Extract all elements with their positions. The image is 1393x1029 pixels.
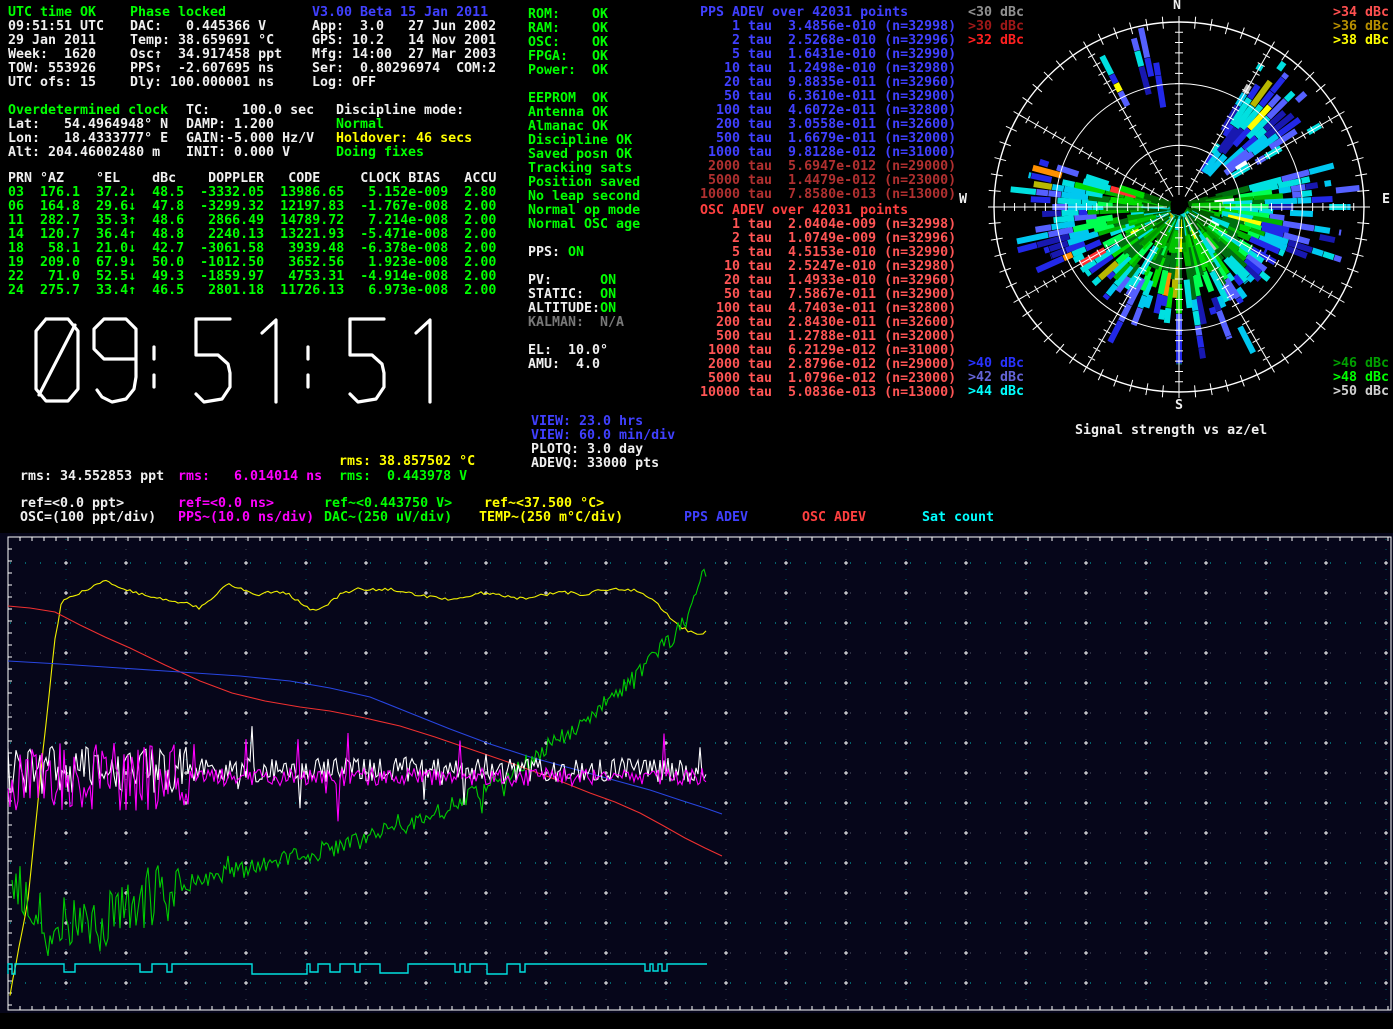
rms-dac: rms: 0.443978 V — [339, 470, 467, 484]
pps-scale-label: PPS~(10.0 ns/div) — [178, 511, 314, 525]
osc-adev-legend: OSC ADEV — [802, 511, 866, 525]
mode-list: PV: ONSTATIC: ONALTITUDE:ON — [528, 274, 616, 316]
utc-time-panel: 09:51:51 UTC29 Jan 2011Week: 1620TOW: 55… — [8, 20, 104, 90]
pps-ref-label: ref=<0.0 ns> — [178, 497, 274, 511]
utc-time-status: UTC time OK — [8, 6, 96, 20]
compass-label-s: S — [1175, 399, 1183, 413]
position-panel: Lat: 54.4964948° NLon: 18.4333777° EAlt:… — [8, 118, 168, 160]
pps-label: PPS: — [528, 245, 568, 260]
dac-scale-label: DAC~(250 uV/div) — [324, 511, 452, 525]
dac-ref-label: ref~<0.443750 V> — [324, 497, 452, 511]
polar-az-el-plot — [985, 11, 1373, 399]
compass-label-w: W — [959, 193, 967, 207]
satellite-table: 03 176.1 37.2↓ 48.5 -3332.05 13986.65 5.… — [8, 186, 496, 298]
osc-adev-table: 1 tau 2.0404e-009 (n=32998) 2 tau 1.0749… — [700, 218, 956, 400]
phase-status: Phase locked — [130, 6, 226, 20]
oscillator-panel: DAC: 0.445366 VTemp: 38.659691 °COsc↑ 34… — [130, 20, 282, 90]
polar-caption: Signal strength vs az/el — [1075, 424, 1267, 438]
satellite-table-header: PRN °AZ °EL dBc DOPPLER CODE CLOCK BIAS … — [8, 172, 496, 186]
pps-adev-legend: PPS ADEV — [684, 511, 748, 525]
receiver-status-list: EEPROM OKAntenna OKAlmanac OKDiscipline … — [528, 92, 640, 232]
elevation-mask-block: EL: 10.0°AMU: 4.0 — [528, 344, 608, 372]
temp-scale-label: TEMP~(250 m°C/div) — [479, 511, 623, 525]
compass-label-n: N — [1173, 0, 1181, 13]
sat-count-legend: Sat count — [922, 511, 994, 525]
version-header: V3.00 Beta 15 Jan 2011 — [312, 6, 488, 20]
plot-area — [0, 533, 1393, 1029]
discipline-mode-title: Discipline mode: — [336, 104, 464, 118]
temp-ref-label: ref~<37.500 °C> — [484, 497, 604, 511]
view-settings-block: VIEW: 23.0 hrsVIEW: 60.0 min/divPLOTQ: 3… — [531, 415, 675, 471]
kalman-line: KALMAN: N/A — [528, 316, 624, 330]
rms-temp: rms: 38.857502 °C — [339, 455, 475, 469]
discipline-mode-list: NormalHoldover: 46 secsDoing fixes — [336, 118, 472, 160]
lady-heather-app: UTC time OK 09:51:51 UTC29 Jan 2011Week:… — [0, 0, 1393, 1029]
pps-status-line: PPS: ON — [528, 246, 584, 260]
pps-value: ON — [568, 245, 584, 260]
rms-pps: rms: 6.014014 ns — [178, 470, 322, 484]
osc-ref-label: ref=<0.0 ppt> — [20, 497, 124, 511]
compass-label-e: E — [1382, 193, 1390, 207]
fix-mode-header: Overdetermined clock — [8, 104, 168, 118]
pps-adev-title: PPS ADEV over 42031 points — [700, 6, 908, 20]
version-panel: App: 3.0 27 Jun 2002GPS: 10.2 14 Nov 200… — [312, 20, 496, 90]
osc-adev-title: OSC ADEV over 42031 points — [700, 204, 908, 218]
loop-params-panel: TC: 100.0 secDAMP: 1.200GAIN:-5.000 Hz/V… — [186, 104, 314, 160]
osc-scale-label: OSC=(100 ppt/div) — [20, 511, 156, 525]
device-status-list: ROM: OKRAM: OKOSC: OKFPGA: OKPower: OK — [528, 8, 608, 78]
digital-clock — [28, 312, 468, 408]
pps-adev-table: 1 tau 3.4856e-010 (n=32998) 2 tau 2.5268… — [700, 20, 956, 202]
rms-osc: rms: 34.552853 ppt — [20, 470, 164, 484]
